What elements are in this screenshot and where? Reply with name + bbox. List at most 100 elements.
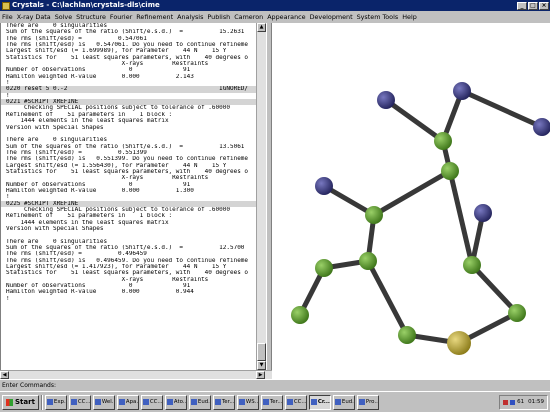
taskbar-button-label: Wel... <box>101 398 114 405</box>
taskbar-button-label: Apa... <box>125 398 139 405</box>
scroll-right-arrow-icon[interactable]: ▶ <box>256 371 265 379</box>
menu-item-analysis[interactable]: Analysis <box>177 13 203 21</box>
close-button[interactable]: × <box>539 1 549 10</box>
taskbar-button[interactable]: Ter... <box>260 394 283 410</box>
atom-c[interactable] <box>508 304 526 322</box>
vertical-scrollbar[interactable]: ▲ ▼ <box>256 23 266 370</box>
atom-c[interactable] <box>365 206 383 224</box>
taskbar-button-label: WS... <box>245 398 259 405</box>
scroll-thumb[interactable] <box>257 343 266 361</box>
atom-n[interactable] <box>315 177 333 195</box>
windows-logo-icon <box>6 398 13 406</box>
atom-n[interactable] <box>453 82 471 100</box>
atom-n[interactable] <box>533 118 550 136</box>
task-app-icon <box>238 399 245 405</box>
task-app-icon <box>70 399 77 405</box>
bond <box>447 168 475 268</box>
output-line: 0220 reset 5 0.-2 IGNORED/ <box>1 86 256 93</box>
atom-c[interactable] <box>359 252 377 270</box>
scroll-left-arrow-icon[interactable]: ◀ <box>0 371 9 379</box>
atom-n[interactable] <box>377 91 395 109</box>
task-app-icon <box>334 399 341 405</box>
system-tray: 61 01:59 <box>499 394 548 410</box>
task-app-icon <box>94 399 101 405</box>
start-button[interactable]: Start <box>2 394 39 410</box>
taskbar-button[interactable]: Pro... <box>356 394 379 410</box>
menu-item-x-ray-data[interactable]: X-ray Data <box>17 13 51 21</box>
taskbar-button[interactable]: Ato... <box>164 394 187 410</box>
taskbar-button[interactable]: Exp... <box>44 394 67 410</box>
menu-item-appearance[interactable]: Appearance <box>267 13 305 21</box>
taskbar-button-label: CC... <box>149 398 163 405</box>
task-app-icon <box>190 399 197 405</box>
atom-c[interactable] <box>398 326 416 344</box>
task-app-icon <box>166 399 173 405</box>
task-app-icon <box>46 399 53 405</box>
atom-c[interactable] <box>291 306 309 324</box>
output-text-pane[interactable]: There are 0 singularities Sum of the squa… <box>0 23 256 370</box>
minimize-button[interactable]: _ <box>517 1 527 10</box>
bond <box>365 258 410 338</box>
taskbar-button[interactable]: CC... <box>140 394 163 410</box>
bond <box>371 168 453 218</box>
window-title: Crystals - C:\lachlan\crystals-dls\cime <box>12 1 160 9</box>
bond <box>469 262 520 316</box>
scroll-down-arrow-icon[interactable]: ▼ <box>257 361 266 370</box>
menu-item-fourier[interactable]: Fourier <box>110 13 132 21</box>
maximize-button[interactable]: □ <box>528 1 538 10</box>
task-app-icon <box>310 399 317 405</box>
taskbar-button-label: CC... <box>293 398 307 405</box>
atom-c[interactable] <box>315 259 333 277</box>
tray-icon[interactable] <box>503 399 509 405</box>
scroll-up-arrow-icon[interactable]: ▲ <box>257 23 266 32</box>
taskbar-button-label: Ter... <box>221 398 235 405</box>
taskbar-button[interactable]: Apa... <box>116 394 139 410</box>
atom-c[interactable] <box>441 162 459 180</box>
molecule-drawing[interactable] <box>272 23 550 379</box>
atom-n[interactable] <box>474 204 492 222</box>
taskbar-button[interactable]: Eud... <box>332 394 355 410</box>
task-app-icon <box>214 399 221 405</box>
taskbar-button-label: Cr... <box>317 398 330 405</box>
crystals-app-icon <box>2 1 10 10</box>
taskbar-button-label: Eud... <box>341 398 354 405</box>
taskbar-button[interactable]: WS... <box>236 394 259 410</box>
atom-s[interactable] <box>447 331 471 355</box>
taskbar-button[interactable]: Ter... <box>212 394 235 410</box>
taskbar-button-label: Ter... <box>269 398 283 405</box>
menu-item-file[interactable]: File <box>2 13 13 21</box>
command-bar[interactable]: Enter Commands: <box>0 379 550 391</box>
horizontal-scrollbar[interactable]: ◀ ▶ <box>0 370 272 379</box>
taskbar-separator <box>40 394 43 410</box>
taskbar-button-label: Pro... <box>365 398 379 405</box>
taskbar-button-label: Eud... <box>197 398 210 405</box>
taskbar-button[interactable]: CC... <box>284 394 307 410</box>
menu-item-development[interactable]: Development <box>310 13 353 21</box>
tray-icon[interactable] <box>510 399 516 405</box>
title-bar: Crystals - C:\lachlan\crystals-dls\cime … <box>0 0 550 11</box>
menu-item-solve[interactable]: Solve <box>55 13 72 21</box>
taskbar-button[interactable]: CC... <box>68 394 91 410</box>
menu-item-help[interactable]: Help <box>402 13 417 21</box>
task-app-icon <box>286 399 293 405</box>
bond <box>459 88 545 130</box>
menu-item-structure[interactable]: Structure <box>76 13 106 21</box>
taskbar-button[interactable]: Wel... <box>92 394 115 410</box>
task-app-icon <box>262 399 269 405</box>
command-label: Enter Commands: <box>2 382 56 389</box>
task-app-icon <box>142 399 149 405</box>
taskbar-button-label: Exp... <box>53 398 66 405</box>
taskbar-button[interactable]: Eud... <box>188 394 211 410</box>
menu-bar: File X-ray Data Solve Structure Fourier Refin… <box>0 11 550 23</box>
atom-c[interactable] <box>434 132 452 150</box>
atom-c[interactable] <box>463 256 481 274</box>
menu-item-publish[interactable]: Publish <box>207 13 230 21</box>
task-app-icon <box>118 399 125 405</box>
molecule-view[interactable] <box>272 23 550 379</box>
menu-item-refinement[interactable]: Refinement <box>136 13 173 21</box>
taskbar-button-label: CC... <box>77 398 91 405</box>
taskbar-button[interactable]: Cr... <box>308 394 331 410</box>
menu-item-cameron[interactable]: Cameron <box>234 13 263 21</box>
task-app-icon <box>358 399 365 405</box>
menu-item-system-tools[interactable]: System Tools <box>357 13 399 21</box>
